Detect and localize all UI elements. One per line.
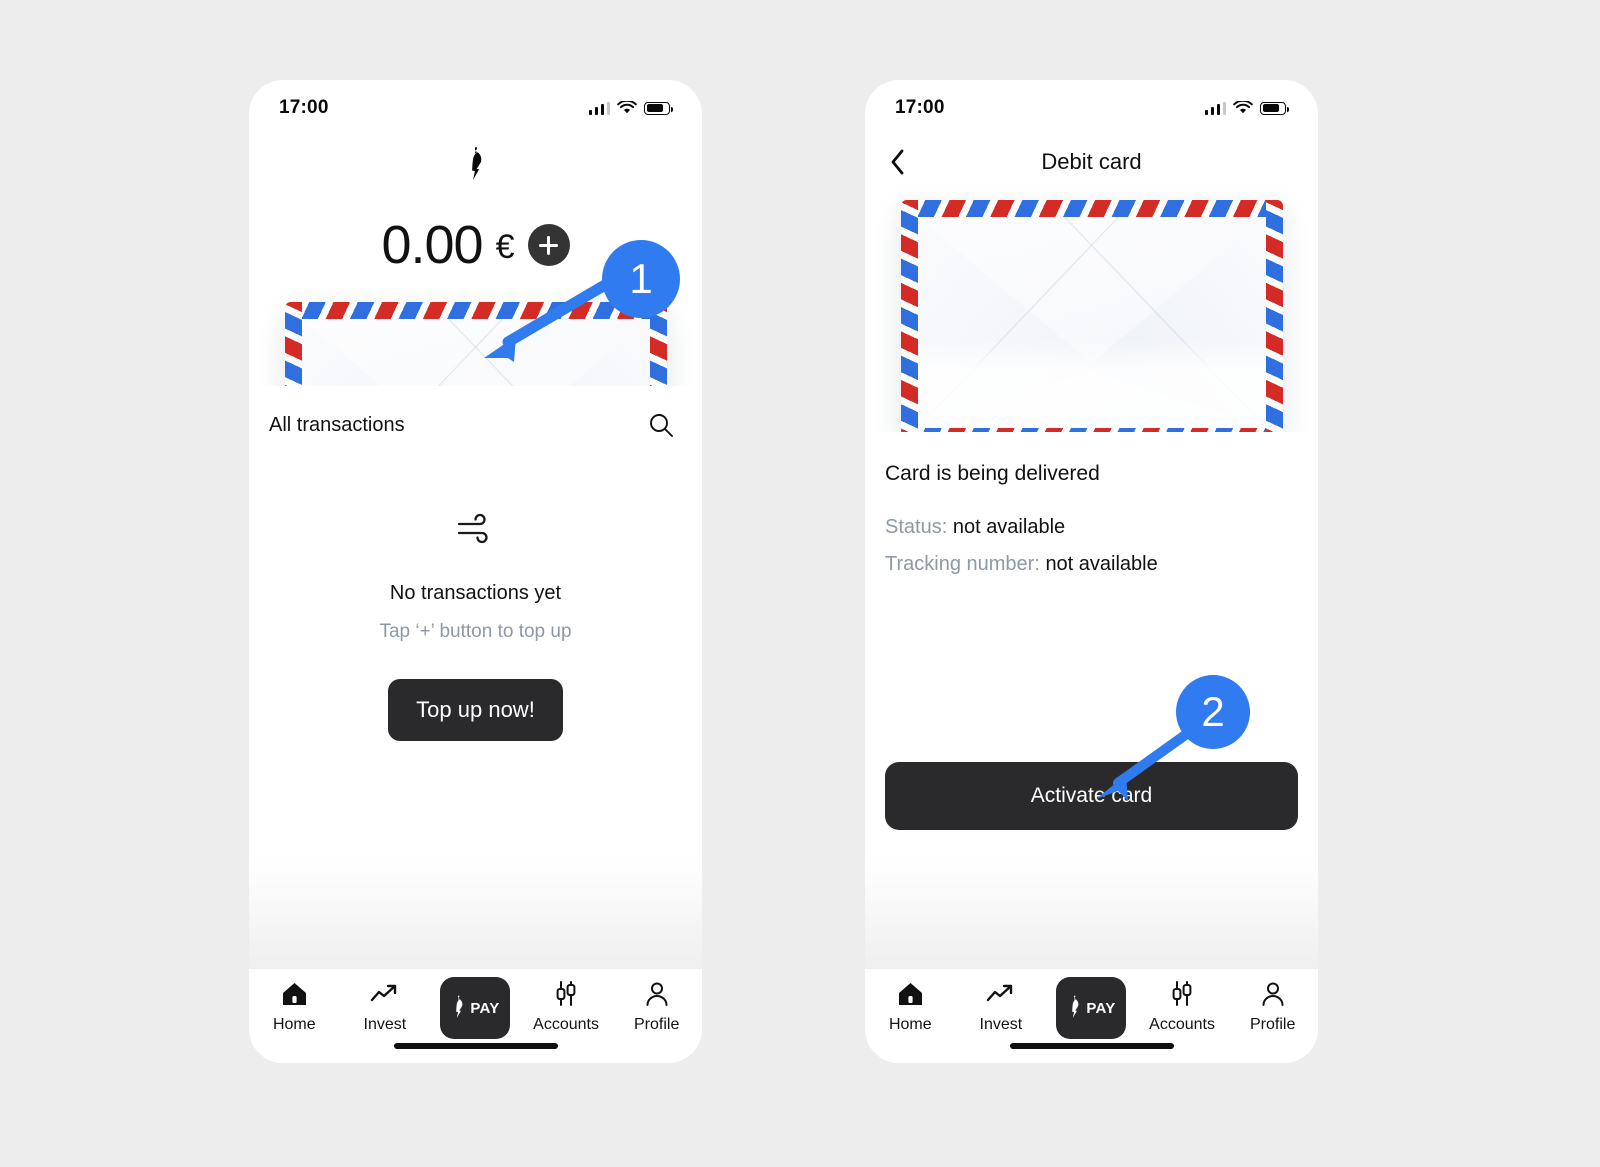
status-bar: 17:00 <box>249 80 702 136</box>
tab-accounts[interactable]: Accounts <box>521 979 612 1034</box>
candlestick-chart-icon <box>1168 979 1196 1009</box>
chili-bolt-logo <box>249 146 702 192</box>
tab-label-profile: Profile <box>633 1016 680 1033</box>
cellular-signal-icon <box>588 101 610 115</box>
search-icon[interactable] <box>648 412 674 438</box>
tab-label-pay: PAY <box>1086 999 1116 1017</box>
tab-accounts[interactable]: Accounts <box>1137 979 1228 1034</box>
battery-icon <box>1260 101 1289 115</box>
tracking-number-value: not available <box>1045 553 1158 575</box>
tab-label-accounts: Accounts <box>1149 1016 1215 1033</box>
tab-invest[interactable]: Invest <box>956 979 1047 1034</box>
tab-label-profile: Profile <box>1249 1016 1296 1033</box>
candlestick-chart-icon <box>552 979 580 1009</box>
trending-up-icon <box>986 979 1016 1009</box>
phone-screen-home: 17:00 0.00 € All transactions No transac… <box>249 80 702 1063</box>
phone-screen-debit-card: 17:00 Debit card Card is being delivered… <box>865 80 1318 1063</box>
wind-icon <box>457 513 488 544</box>
status-value: not available <box>952 516 1066 538</box>
balance-currency: € <box>495 228 515 266</box>
tab-invest[interactable]: Invest <box>340 979 431 1034</box>
airmail-envelope-illustration <box>865 200 1318 445</box>
tab-home[interactable]: Home <box>249 979 340 1034</box>
empty-subtitle: Tap ‘+’ button to top up <box>379 621 572 642</box>
empty-title: No transactions yet <box>389 582 562 604</box>
person-icon <box>1260 979 1286 1009</box>
status-label: Status: <box>885 516 948 538</box>
tab-label-accounts: Accounts <box>533 1016 599 1033</box>
tracking-number-label: Tracking number: <box>885 553 1040 575</box>
home-indicator <box>393 1043 558 1049</box>
transactions-title: All transactions <box>269 413 405 436</box>
card-status-title: Card is being delivered <box>885 462 1100 485</box>
card-status-panel: Card is being delivered Status: not avai… <box>865 432 1318 576</box>
tab-home[interactable]: Home <box>865 979 956 1034</box>
home-indicator <box>1009 1043 1174 1049</box>
transactions-header: All transactions <box>249 386 702 438</box>
tab-label-home: Home <box>272 1016 316 1033</box>
status-indicators <box>588 101 673 115</box>
tab-profile[interactable]: Profile <box>1227 979 1318 1034</box>
transactions-sheet: All transactions No transactions yet Tap… <box>249 386 702 1063</box>
activate-card-button[interactable]: Activate card <box>885 762 1298 830</box>
card-status-row: Status: not available <box>885 516 1298 539</box>
cellular-signal-icon <box>1204 101 1226 115</box>
home-icon <box>281 979 308 1009</box>
tracking-number-row: Tracking number: not available <box>885 553 1298 576</box>
person-icon <box>644 979 670 1009</box>
home-icon <box>897 979 924 1009</box>
top-up-now-button[interactable]: Top up now! <box>388 679 563 741</box>
top-up-plus-button[interactable] <box>527 224 570 266</box>
tab-pay[interactable]: PAY <box>430 977 521 1039</box>
tab-profile[interactable]: Profile <box>611 979 702 1034</box>
trending-up-icon <box>370 979 400 1009</box>
bolt-icon <box>1072 995 1079 1018</box>
chevron-left-icon[interactable] <box>883 147 913 177</box>
tab-label-invest: Invest <box>979 1016 1023 1033</box>
tab-label-pay: PAY <box>470 999 500 1017</box>
bolt-icon <box>456 995 463 1018</box>
tab-label-invest: Invest <box>363 1016 407 1033</box>
tab-label-home: Home <box>888 1016 932 1033</box>
battery-icon <box>644 101 673 115</box>
balance-row: 0.00 € <box>249 218 702 272</box>
tab-pay[interactable]: PAY <box>1046 977 1137 1039</box>
home-header: 0.00 € <box>249 136 702 272</box>
debit-card-navbar: Debit card <box>865 136 1318 188</box>
status-time: 17:00 <box>279 97 329 118</box>
tutorial-screens-canvas: 17:00 0.00 € All transactions No transac… <box>0 0 1600 1167</box>
status-bar: 17:00 <box>865 80 1318 136</box>
wifi-icon <box>617 101 637 114</box>
wifi-icon <box>1233 101 1253 114</box>
status-indicators <box>1204 101 1289 115</box>
empty-transactions-state: No transactions yet Tap ‘+’ button to to… <box>249 512 702 741</box>
status-time: 17:00 <box>895 97 945 118</box>
balance-amount: 0.00 <box>381 215 483 275</box>
page-title: Debit card <box>1041 149 1142 174</box>
